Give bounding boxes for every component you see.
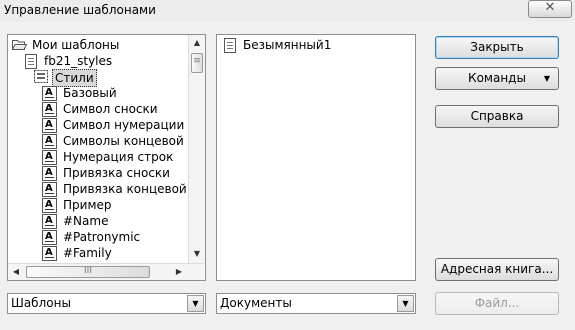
style-item-label: #Name bbox=[63, 214, 109, 228]
tree-vertical-scrollbar[interactable]: ▲ ≡ ▼ bbox=[188, 35, 205, 263]
scroll-down-arrow-icon[interactable]: ▼ bbox=[189, 249, 205, 259]
tree-item-label: Мои шаблоны bbox=[32, 38, 120, 52]
scroll-right-arrow-icon[interactable]: ▶ bbox=[174, 267, 184, 277]
close-icon: ✕ bbox=[544, 0, 556, 15]
scrollbar-thumb[interactable]: ≡ bbox=[191, 53, 203, 73]
tree-item-label: fb21_styles bbox=[44, 54, 113, 68]
document-icon bbox=[224, 38, 236, 53]
style-item-label: Привязка концевой сноски bbox=[63, 182, 188, 196]
character-style-icon: A bbox=[42, 230, 57, 245]
documents-combo[interactable]: Документы ▼ bbox=[216, 293, 416, 314]
style-item[interactable]: A Базовый bbox=[42, 85, 188, 101]
button-label: Адресная книга... bbox=[440, 262, 554, 276]
button-label: Справка bbox=[470, 109, 524, 123]
file-button: Файл... bbox=[435, 292, 559, 315]
tree-item-styles-group[interactable]: Стили bbox=[34, 69, 189, 87]
dropdown-arrow-icon[interactable]: ▼ bbox=[187, 295, 204, 312]
style-item-label: Символ сноски bbox=[63, 102, 158, 116]
style-item[interactable]: A Пример bbox=[42, 197, 188, 213]
categories-tree[interactable]: Мои шаблоны fb21_styles Стили A Базовый A С… bbox=[7, 34, 206, 281]
list-item-label: Безымянный1 bbox=[243, 38, 332, 52]
character-style-icon: A bbox=[42, 166, 57, 181]
style-item-label: Пример bbox=[63, 198, 112, 212]
character-style-icon: A bbox=[42, 246, 57, 261]
button-label: Закрыть bbox=[470, 40, 524, 54]
help-button[interactable]: Справка bbox=[435, 105, 559, 128]
character-style-icon: A bbox=[42, 198, 57, 213]
scroll-up-arrow-icon[interactable]: ▲ bbox=[189, 38, 205, 48]
dropdown-arrow-icon: ▼ bbox=[543, 74, 550, 83]
window-close-button[interactable]: ✕ bbox=[528, 0, 572, 18]
commands-button[interactable]: Команды ▼ bbox=[435, 67, 559, 90]
character-style-icon: A bbox=[42, 86, 57, 101]
style-item[interactable]: A Привязка концевой сноски bbox=[42, 181, 188, 197]
style-item-label: Символ нумерации bbox=[63, 118, 185, 132]
style-item[interactable]: A Символ нумерации bbox=[42, 117, 188, 133]
document-icon bbox=[25, 54, 37, 69]
grip-icon: ≡ bbox=[193, 56, 201, 66]
open-folder-icon bbox=[12, 40, 27, 50]
style-item[interactable]: A Нумерация строк bbox=[42, 149, 188, 165]
styles-icon bbox=[34, 70, 48, 83]
style-item[interactable]: A #Patronymic bbox=[42, 229, 188, 245]
tree-item-my-templates[interactable]: Мои шаблоны bbox=[12, 37, 192, 53]
list-item-document[interactable]: Безымянный1 bbox=[224, 37, 404, 53]
address-book-button[interactable]: Адресная книга... bbox=[435, 258, 559, 281]
character-style-icon: A bbox=[42, 214, 57, 229]
style-item[interactable]: A Символы концевой сноски bbox=[42, 133, 188, 149]
window-title: Управление шаблонами bbox=[4, 3, 156, 17]
templates-combo[interactable]: Шаблоны ▼ bbox=[7, 293, 206, 314]
combo-value: Документы bbox=[220, 296, 292, 310]
scrollbar-thumb[interactable]: III bbox=[26, 266, 150, 278]
style-item-label: #Patronymic bbox=[63, 230, 141, 244]
style-item-label: Символы концевой сноски bbox=[63, 134, 188, 148]
style-item-label: #Family bbox=[63, 246, 112, 260]
style-item-label: Нумерация строк bbox=[63, 150, 174, 164]
style-item[interactable]: A #Name bbox=[42, 213, 188, 229]
character-style-icon: A bbox=[42, 118, 57, 133]
style-item[interactable]: A #Family bbox=[42, 245, 188, 261]
tree-item-document[interactable]: fb21_styles bbox=[25, 53, 190, 69]
title-bar: Управление шаблонами ✕ bbox=[0, 0, 575, 22]
combo-value: Шаблоны bbox=[11, 296, 71, 310]
documents-list[interactable]: Безымянный1 bbox=[216, 34, 416, 281]
style-item[interactable]: A Символ сноски bbox=[42, 101, 188, 117]
grip-icon: III bbox=[84, 266, 92, 276]
button-label: Команды bbox=[468, 71, 526, 85]
style-item-label: Привязка сноски bbox=[63, 166, 170, 180]
dropdown-arrow-icon[interactable]: ▼ bbox=[397, 295, 414, 312]
character-style-icon: A bbox=[42, 182, 57, 197]
close-button[interactable]: Закрыть bbox=[435, 36, 559, 59]
tree-horizontal-scrollbar[interactable]: ◀ III ▶ bbox=[8, 263, 204, 280]
style-item-label: Базовый bbox=[63, 86, 117, 100]
scroll-left-arrow-icon[interactable]: ◀ bbox=[11, 267, 21, 277]
character-style-icon: A bbox=[42, 150, 57, 165]
character-style-icon: A bbox=[42, 102, 57, 117]
character-style-icon: A bbox=[42, 134, 57, 149]
style-item[interactable]: A Привязка сноски bbox=[42, 165, 188, 181]
button-label: Файл... bbox=[474, 296, 520, 310]
